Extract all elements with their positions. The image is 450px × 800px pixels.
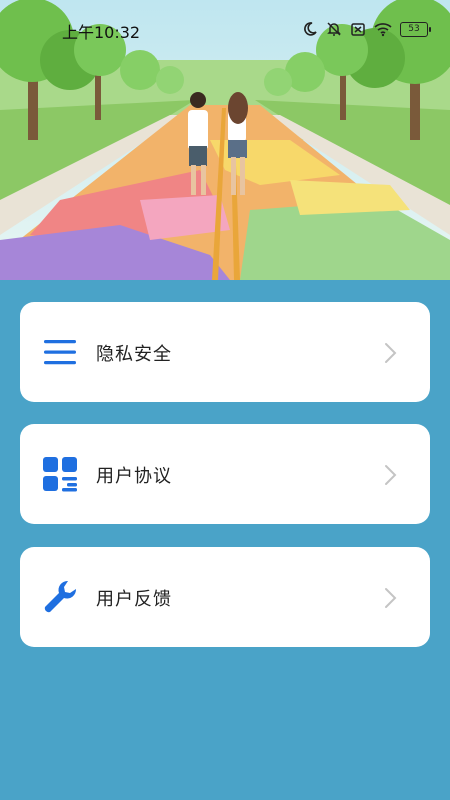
chevron-right-icon bbox=[385, 588, 397, 608]
grid-doc-icon bbox=[43, 457, 77, 492]
moon-icon bbox=[304, 22, 317, 36]
wifi-icon bbox=[374, 23, 392, 37]
wrench-icon bbox=[44, 580, 77, 613]
menu-item-user-feedback[interactable]: 用户反馈 bbox=[20, 547, 430, 647]
menu-item-label: 隐私安全 bbox=[96, 344, 172, 365]
menu-item-label: 用户反馈 bbox=[96, 589, 172, 610]
sim-x-icon bbox=[351, 23, 365, 36]
status-icons: 53 bbox=[302, 19, 431, 39]
menu-item-user-agreement[interactable]: 用户协议 bbox=[20, 424, 430, 524]
status-bar: 上午10:32 53 bbox=[0, 0, 450, 56]
chevron-right-icon bbox=[385, 465, 397, 485]
battery-icon: 53 bbox=[400, 21, 431, 37]
bell-off-icon bbox=[327, 22, 341, 36]
chevron-right-icon bbox=[385, 343, 397, 363]
menu-item-privacy-security[interactable]: 隐私安全 bbox=[20, 302, 430, 402]
menu-lines-icon bbox=[44, 340, 76, 365]
menu-item-label: 用户协议 bbox=[96, 466, 172, 487]
status-time: 上午10:32 bbox=[62, 23, 141, 42]
